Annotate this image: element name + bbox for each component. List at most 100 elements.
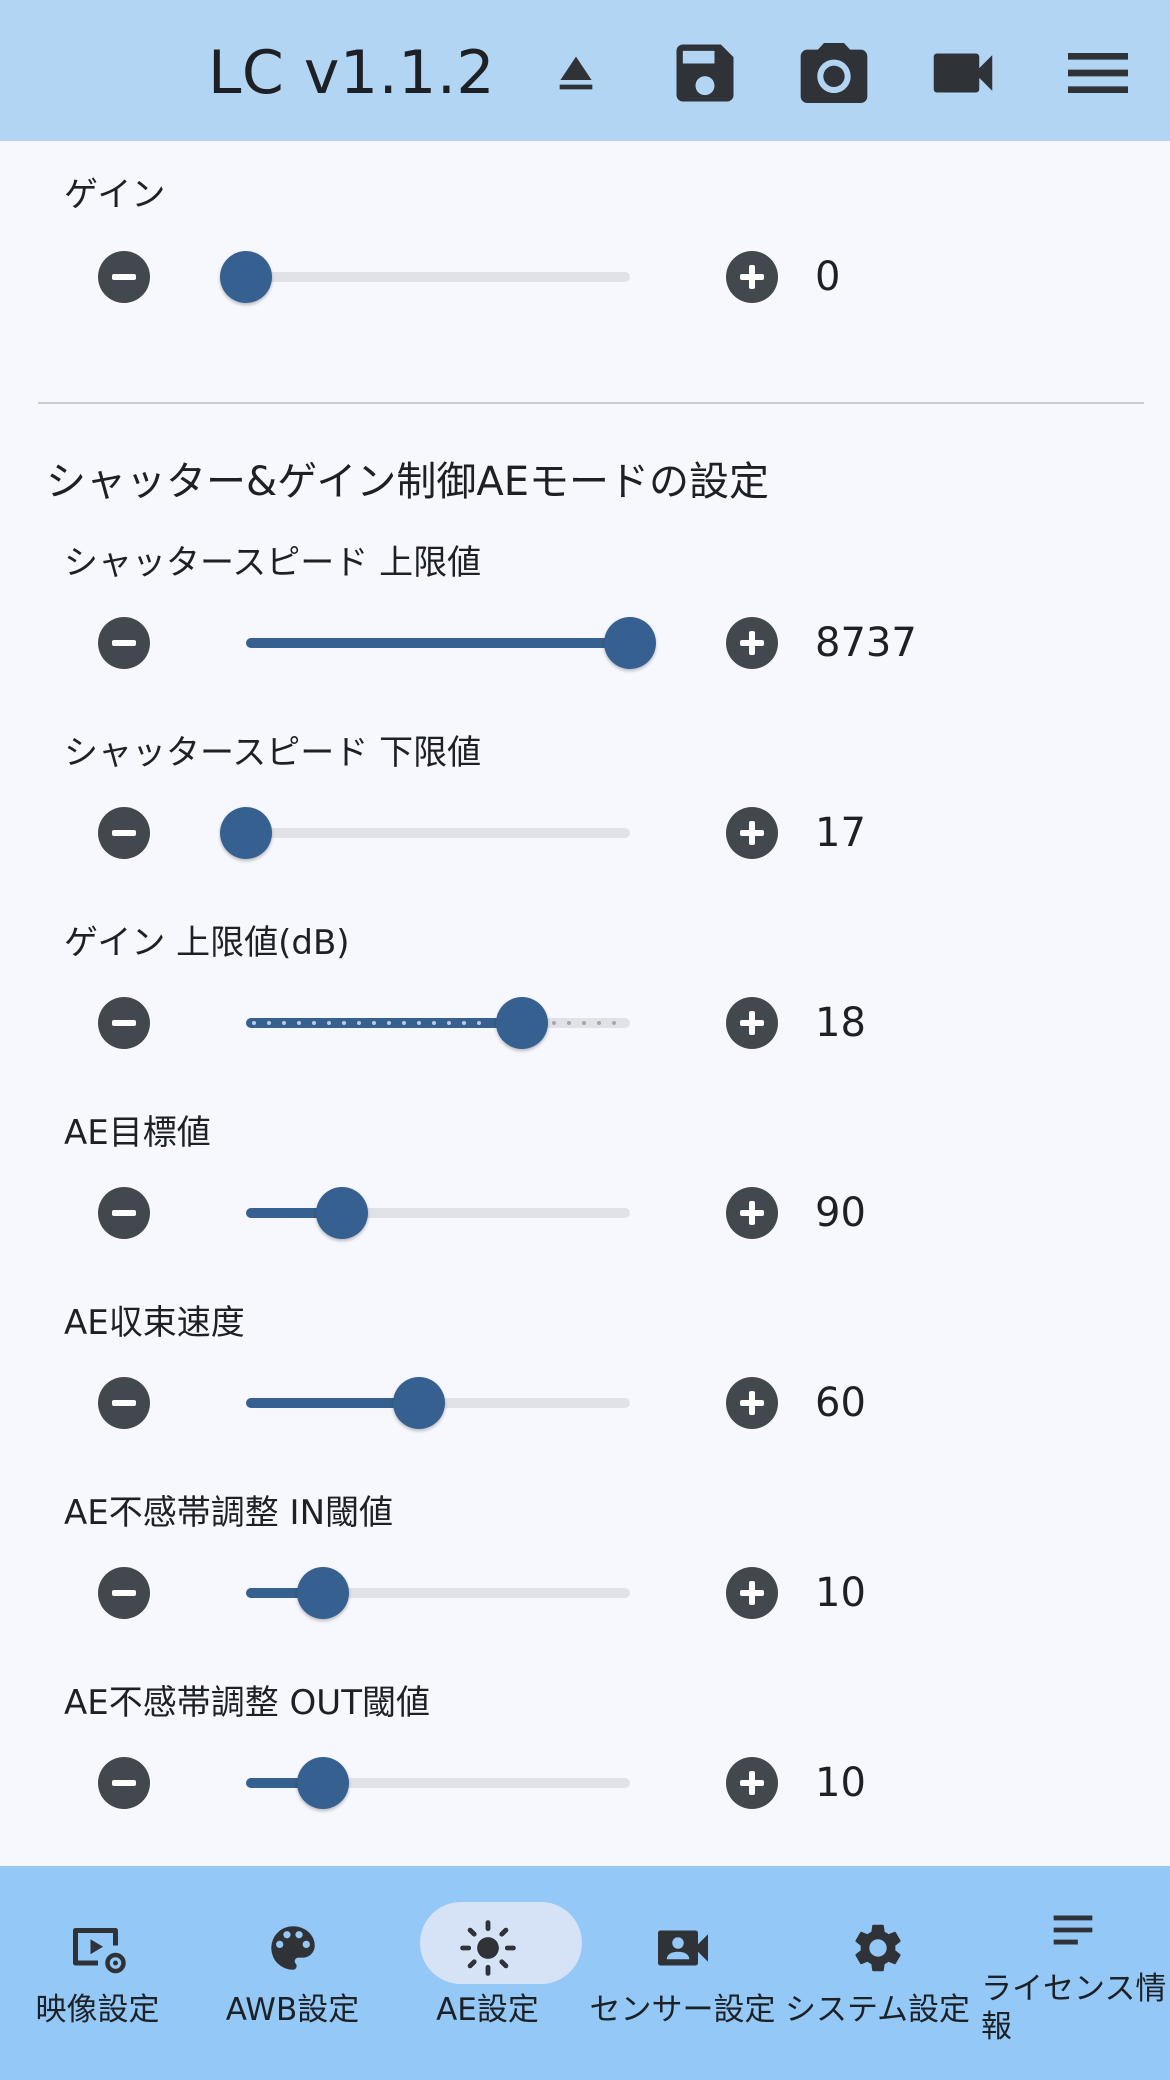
row-value: 18 <box>815 1000 866 1046</box>
video-icon <box>933 53 993 93</box>
save-icon <box>676 44 734 102</box>
row-label: AE不感帯調整 IN閾値 <box>64 1493 394 1533</box>
video-settings-icon <box>68 1918 128 1978</box>
settings-content: ゲイン 0 シャッター&ゲイン制御AEモードの設定 シャッタースピード 上限値 … <box>0 141 1170 1866</box>
snapshot-button[interactable] <box>791 30 877 116</box>
row-value: 10 <box>815 1570 866 1616</box>
row-value: 90 <box>815 1190 866 1236</box>
nav-item-system[interactable]: システム設定 <box>780 1866 975 2080</box>
minus-icon <box>112 640 136 646</box>
row-increment-button[interactable] <box>726 1377 778 1429</box>
bottom-navigation: 映像設定 AWB設定 AE設定 センサー設定 システム設定 ライセンス情報 <box>0 1866 1170 2080</box>
slider-tick <box>462 1021 466 1025</box>
section-title: シャッター&ゲイン制御AEモードの設定 <box>46 459 770 505</box>
gain-decrement-button[interactable] <box>98 251 150 303</box>
row-label: AE不感帯調整 OUT閾値 <box>64 1683 430 1723</box>
slider-tick <box>282 1021 286 1025</box>
slider-tick <box>402 1021 406 1025</box>
nav-item-awb[interactable]: AWB設定 <box>195 1866 390 2080</box>
row-label: ゲイン 上限値(dB) <box>64 923 350 963</box>
notes-icon <box>1043 1900 1103 1960</box>
slider-tick <box>567 1021 571 1025</box>
row-slider[interactable] <box>246 617 656 669</box>
slider-thumb[interactable] <box>296 1567 349 1619</box>
palette-icon <box>263 1918 323 1978</box>
slider-tick <box>312 1021 316 1025</box>
row-increment-button[interactable] <box>726 997 778 1049</box>
gain-value: 0 <box>815 254 841 300</box>
app-header: LC v1.1.2 <box>0 0 1170 141</box>
row-label: シャッタースピード 下限値 <box>64 733 482 773</box>
row-slider[interactable] <box>246 997 630 1049</box>
camera-person-icon <box>653 1918 713 1978</box>
eject-button[interactable] <box>533 30 619 116</box>
nav-item-ae[interactable]: AE設定 <box>390 1866 585 2080</box>
camera-icon <box>800 43 868 103</box>
minus-icon <box>112 274 136 280</box>
row-label: AE収束速度 <box>64 1303 245 1343</box>
row-decrement-button[interactable] <box>98 617 150 669</box>
row-slider[interactable] <box>246 1757 630 1809</box>
nav-item-sensor[interactable]: センサー設定 <box>585 1866 780 2080</box>
slider-tick <box>552 1021 556 1025</box>
gain-label: ゲイン <box>64 175 166 215</box>
save-button[interactable] <box>662 30 748 116</box>
row-decrement-button[interactable] <box>98 1757 150 1809</box>
nav-label: センサー設定 <box>589 1992 776 2028</box>
slider-tick <box>447 1021 451 1025</box>
nav-item-license[interactable]: ライセンス情報 <box>975 1866 1170 2080</box>
nav-label: システム設定 <box>784 1992 971 2028</box>
slider-tick <box>582 1021 586 1025</box>
row-decrement-button[interactable] <box>98 1377 150 1429</box>
gain-slider[interactable] <box>220 251 630 303</box>
slider-thumb[interactable] <box>392 1377 445 1429</box>
slider-thumb[interactable] <box>496 997 549 1049</box>
slider-tick <box>327 1021 331 1025</box>
record-button[interactable] <box>920 30 1006 116</box>
slider-tick <box>357 1021 361 1025</box>
slider-tick <box>432 1021 436 1025</box>
slider-tick <box>342 1021 346 1025</box>
nav-label: ライセンス情報 <box>981 1971 1167 2045</box>
row-value: 17 <box>815 810 866 856</box>
slider-tick <box>252 1021 256 1025</box>
nav-label: AE設定 <box>436 1992 539 2028</box>
row-increment-button[interactable] <box>726 1187 778 1239</box>
row-slider[interactable] <box>246 1567 630 1619</box>
row-increment-button[interactable] <box>726 1757 778 1809</box>
gain-increment-button[interactable] <box>726 251 778 303</box>
row-decrement-button[interactable] <box>98 997 150 1049</box>
slider-thumb[interactable] <box>316 1187 368 1239</box>
slider-tick <box>612 1021 616 1025</box>
section-divider <box>38 402 1144 404</box>
menu-button[interactable] <box>1055 30 1141 116</box>
minus-icon <box>112 1400 136 1406</box>
app-title: LC v1.1.2 <box>208 38 496 108</box>
slider-thumb[interactable] <box>604 617 656 669</box>
slider-thumb[interactable] <box>220 251 272 303</box>
row-decrement-button[interactable] <box>98 807 150 859</box>
row-value: 8737 <box>815 620 917 666</box>
row-increment-button[interactable] <box>726 617 778 669</box>
slider-thumb[interactable] <box>296 1757 349 1809</box>
eject-icon <box>559 56 593 90</box>
slider-tick <box>597 1021 601 1025</box>
nav-label: 映像設定 <box>35 1992 160 2028</box>
slider-thumb[interactable] <box>220 807 272 859</box>
row-slider[interactable] <box>246 1187 630 1239</box>
row-decrement-button[interactable] <box>98 1567 150 1619</box>
row-value: 10 <box>815 1760 866 1806</box>
row-slider[interactable] <box>246 1377 630 1429</box>
row-decrement-button[interactable] <box>98 1187 150 1239</box>
nav-item-video-settings[interactable]: 映像設定 <box>0 1866 195 2080</box>
row-value: 60 <box>815 1380 866 1426</box>
brightness-icon <box>458 1918 518 1978</box>
menu-icon <box>1068 53 1128 93</box>
row-increment-button[interactable] <box>726 1567 778 1619</box>
slider-tick <box>372 1021 376 1025</box>
row-slider[interactable] <box>220 807 630 859</box>
row-label: シャッタースピード 上限値 <box>64 543 482 583</box>
minus-icon <box>112 1020 136 1026</box>
slider-tick <box>477 1021 481 1025</box>
row-increment-button[interactable] <box>726 807 778 859</box>
